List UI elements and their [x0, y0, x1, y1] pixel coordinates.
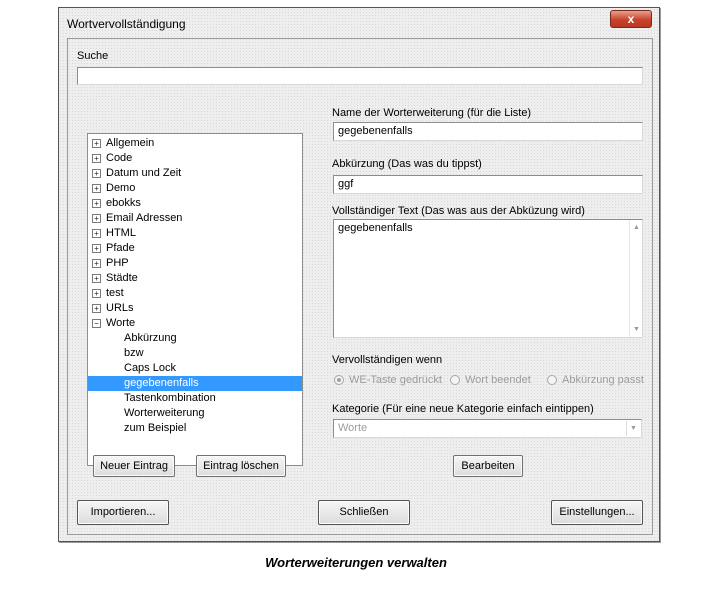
tree-category-label: HTML [106, 227, 136, 239]
tree-category-item[interactable]: + PHP [92, 256, 129, 271]
tree-category-item[interactable]: + Email Adressen [92, 211, 182, 226]
tree-category-label: URLs [106, 302, 134, 314]
name-input[interactable]: gegebenenfalls [333, 122, 643, 141]
tree-category-label: Worte [106, 317, 136, 329]
tree-category-item[interactable]: + Städte [92, 271, 138, 286]
expand-icon[interactable]: + [92, 214, 101, 223]
category-combobox[interactable]: Worte ▼ [333, 419, 642, 438]
tree-category-item[interactable]: + Demo [92, 181, 135, 196]
tree-category-item[interactable]: + test [92, 286, 124, 301]
abbreviation-label: Abkürzung (Das was du tippst) [332, 158, 482, 170]
tree-category-label: Allgemein [106, 137, 155, 149]
dialog-window: Wortvervollständigung x Suche + Allgemein… [58, 7, 660, 542]
tree-category-item[interactable]: + Allgemein [92, 136, 154, 151]
expand-icon[interactable]: + [92, 259, 101, 268]
tree-entry-item[interactable]: Worterweiterung [124, 406, 205, 421]
abbreviation-input[interactable]: ggf [333, 175, 643, 194]
radio-word-ended[interactable] [450, 375, 460, 385]
search-label: Suche [77, 50, 109, 62]
tree-entry-item[interactable]: bzw [124, 346, 144, 361]
category-value: Worte [338, 422, 368, 434]
tree-category-item[interactable]: + HTML [92, 226, 136, 241]
tree-category-label: Pfade [106, 242, 135, 254]
radio-we-key[interactable] [334, 375, 344, 385]
dialog-content: Suche + Allgemein + Code + Datum und Zeit + Dem… [67, 38, 653, 535]
tree-entry-item[interactable]: Abkürzung [124, 331, 177, 346]
expand-icon[interactable]: + [92, 169, 101, 178]
tree-category-label: ebokks [106, 197, 141, 209]
complete-when-label: Vervollständigen wenn [332, 354, 443, 366]
expand-icon[interactable]: + [92, 289, 101, 298]
chevron-down-icon[interactable]: ▼ [626, 421, 640, 436]
collapse-icon[interactable]: − [92, 319, 101, 328]
tree-entry-item[interactable]: zum Beispiel [124, 421, 186, 436]
tree-category-item[interactable]: + Pfade [92, 241, 135, 256]
new-entry-button[interactable]: Neuer Eintrag [93, 455, 175, 477]
tree-category-label: Email Adressen [106, 212, 183, 224]
close-icon: x [627, 12, 635, 26]
tree-category-label: Städte [106, 272, 138, 284]
tree-entry-item[interactable]: gegebenenfalls [88, 376, 302, 391]
expand-icon[interactable]: + [92, 184, 101, 193]
expand-icon[interactable]: + [92, 199, 101, 208]
radio-we-key-label: WE-Taste gedrückt [349, 374, 442, 386]
tree-category-item[interactable]: + Datum und Zeit [92, 166, 181, 181]
tree-category-label: Code [106, 152, 133, 164]
settings-button[interactable]: Einstellungen... [551, 500, 643, 525]
title-bar: Wortvervollständigung x [59, 8, 659, 38]
tree-category-label: Datum und Zeit [106, 167, 182, 179]
expand-icon[interactable]: + [92, 139, 101, 148]
category-tree[interactable]: + Allgemein + Code + Datum und Zeit + Demo + ebok… [87, 133, 303, 466]
edit-button[interactable]: Bearbeiten [453, 455, 523, 477]
figure-caption: Worterweiterungen verwalten [265, 555, 447, 570]
close-button[interactable]: Schließen [318, 500, 410, 525]
tree-category-label: PHP [106, 257, 129, 269]
search-input[interactable] [77, 67, 643, 85]
tree-category-item[interactable]: + URLs [92, 301, 134, 316]
expand-icon[interactable]: + [92, 229, 101, 238]
tree-category-item[interactable]: + Code [92, 151, 132, 166]
expand-icon[interactable]: + [92, 274, 101, 283]
tree-entry-item[interactable]: Caps Lock [124, 361, 176, 376]
import-button[interactable]: Importieren... [77, 500, 169, 525]
delete-entry-button[interactable]: Eintrag löschen [196, 455, 286, 477]
fulltext-value: gegebenenfalls [338, 222, 413, 234]
radio-word-ended-label: Wort beendet [465, 374, 531, 386]
expand-icon[interactable]: + [92, 304, 101, 313]
scroll-up-icon[interactable]: ▲ [633, 224, 640, 231]
category-label: Kategorie (Für eine neue Kategorie einfa… [332, 403, 594, 415]
radio-abbr-matches-label: Abkürzung passt [562, 374, 644, 386]
tree-category-item[interactable]: + ebokks [92, 196, 141, 211]
close-window-button[interactable]: x [610, 10, 652, 28]
tree-category-label: test [106, 287, 124, 299]
fulltext-label: Vollständiger Text (Das was aus der Abkü… [332, 205, 585, 217]
tree-category-label: Demo [106, 182, 136, 194]
name-label: Name der Worterweiterung (für die Liste) [332, 107, 532, 119]
scroll-down-icon[interactable]: ▼ [633, 326, 640, 333]
fulltext-textarea[interactable]: gegebenenfalls ▲ ▼ [333, 219, 643, 338]
tree-category-item[interactable]: − Worte [92, 316, 135, 331]
expand-icon[interactable]: + [92, 244, 101, 253]
radio-abbr-matches[interactable] [547, 375, 557, 385]
tree-entry-item[interactable]: Tastenkombination [124, 391, 216, 406]
window-title: Wortvervollständigung [67, 17, 186, 31]
expand-icon[interactable]: + [92, 154, 101, 163]
fulltext-scrollbar[interactable]: ▲ ▼ [629, 220, 642, 337]
